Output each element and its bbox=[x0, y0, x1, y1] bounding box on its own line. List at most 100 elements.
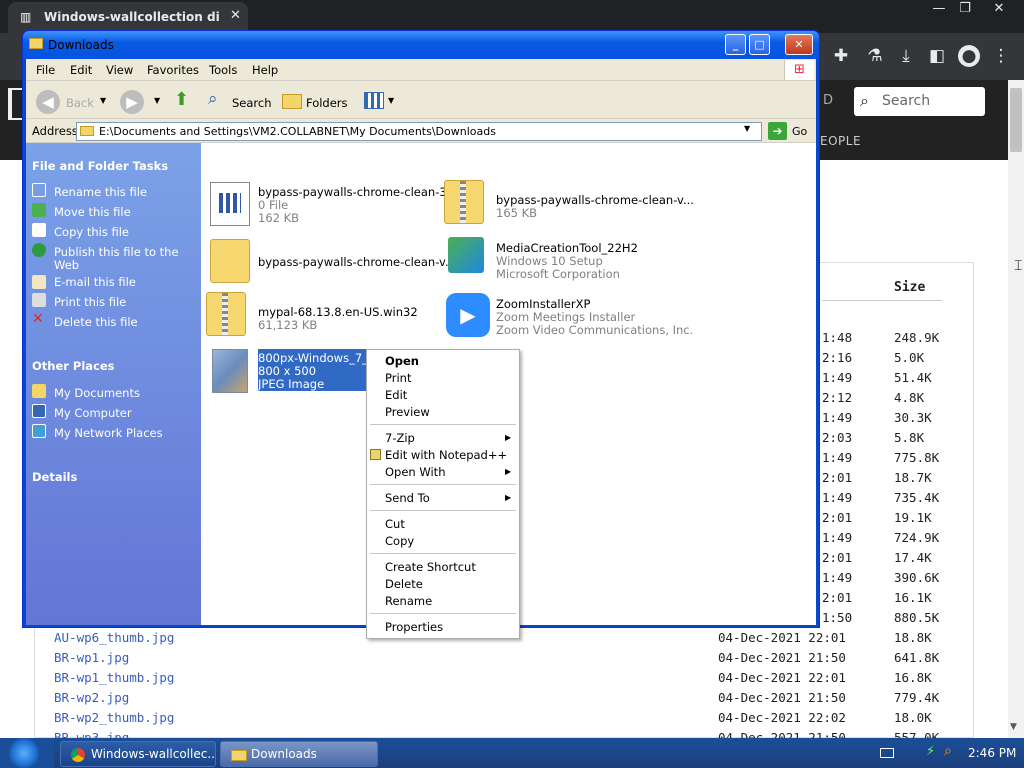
ctx-preview[interactable]: Preview bbox=[385, 405, 430, 419]
browser-restore-button[interactable]: ❐ bbox=[948, 0, 982, 18]
download-icon[interactable]: ⤓ bbox=[895, 45, 917, 67]
up-folder-icon[interactable]: ⬆ bbox=[174, 89, 189, 110]
size-column-header[interactable]: Size bbox=[894, 280, 925, 295]
menu-tools[interactable]: Tools bbox=[209, 63, 237, 77]
folders-button[interactable]: Folders bbox=[306, 96, 348, 110]
listing-size: 641.8K bbox=[894, 650, 940, 665]
task-print[interactable]: Print this file bbox=[54, 295, 126, 309]
listing-date: 04-Dec-2021 22:01 bbox=[718, 670, 846, 685]
search-icon[interactable]: ⌕ bbox=[208, 89, 218, 109]
menu-favorites[interactable]: Favorites bbox=[147, 63, 199, 77]
listing-file-link[interactable]: AU-wp6_thumb.jpg bbox=[54, 630, 174, 645]
zip-folder-icon[interactable] bbox=[206, 292, 246, 336]
zip-folder-icon[interactable] bbox=[444, 180, 484, 224]
keyboard-icon[interactable] bbox=[880, 748, 894, 758]
folder-icon[interactable] bbox=[210, 239, 250, 283]
page-scrollbar[interactable] bbox=[1008, 80, 1024, 738]
labs-flask-icon[interactable]: ⚗ bbox=[864, 45, 886, 67]
task-copy[interactable]: Copy this file bbox=[54, 225, 129, 239]
address-input[interactable]: E:\Documents and Settings\VM2.COLLABNET\… bbox=[76, 122, 762, 141]
browser-close-button[interactable]: ✕ bbox=[982, 0, 1016, 18]
ctx-create-shortcut[interactable]: Create Shortcut bbox=[385, 560, 476, 574]
network-tray-icon[interactable]: ⚡ bbox=[926, 744, 935, 759]
ctx-7zip[interactable]: 7-Zip bbox=[385, 431, 415, 445]
listing-time: 2:16 bbox=[822, 350, 853, 365]
file-icon-document[interactable] bbox=[210, 182, 250, 226]
site-nav-partial[interactable]: D bbox=[823, 93, 833, 108]
tasks-header[interactable]: File and Folder Tasks bbox=[32, 159, 168, 173]
browser-tab[interactable]: ▥ Windows-wallcollection directory ✕ bbox=[8, 2, 248, 33]
place-my-computer[interactable]: My Computer bbox=[54, 406, 132, 420]
menu-separator bbox=[370, 484, 516, 485]
back-dropdown-icon[interactable]: ▼ bbox=[100, 96, 106, 105]
extensions-icon[interactable]: ✚ bbox=[830, 45, 852, 67]
task-publish[interactable]: Publish this file to the bbox=[54, 245, 179, 259]
listing-file-link[interactable]: BR-wp1_thumb.jpg bbox=[54, 670, 174, 685]
site-search-input[interactable]: ⌕ Search bbox=[854, 87, 985, 116]
folders-icon[interactable] bbox=[282, 94, 302, 109]
views-icon[interactable] bbox=[364, 92, 384, 109]
task-publish-line2[interactable]: Web bbox=[54, 258, 79, 272]
image-thumbnail-icon[interactable] bbox=[212, 349, 248, 393]
start-orb-icon[interactable] bbox=[0, 738, 54, 768]
ctx-edit-notepad[interactable]: Edit with Notepad++ bbox=[385, 448, 507, 462]
media-creation-tool-icon[interactable] bbox=[448, 237, 484, 273]
file-name[interactable]: mypal-68.13.8.en-US.win32 bbox=[258, 305, 418, 319]
other-places-header[interactable]: Other Places bbox=[32, 359, 115, 373]
taskbar-chrome-button[interactable]: Windows-wallcollec... bbox=[60, 741, 216, 767]
menu-view[interactable]: View bbox=[106, 63, 133, 77]
clock[interactable]: 2:46 PM bbox=[968, 746, 1016, 760]
task-move[interactable]: Move this file bbox=[54, 205, 131, 219]
ctx-print[interactable]: Print bbox=[385, 371, 411, 385]
details-header[interactable]: Details bbox=[32, 470, 77, 484]
taskbar-downloads-button[interactable]: Downloads bbox=[220, 741, 378, 767]
tab-close-icon[interactable]: ✕ bbox=[230, 8, 241, 23]
menu-edit[interactable]: Edit bbox=[70, 63, 92, 77]
forward-dropdown-icon[interactable]: ▼ bbox=[154, 96, 160, 105]
place-my-network[interactable]: My Network Places bbox=[54, 426, 163, 440]
ctx-properties[interactable]: Properties bbox=[385, 620, 443, 634]
listing-file-link[interactable]: BR-wp1.jpg bbox=[54, 650, 129, 665]
file-name[interactable]: ZoomInstallerXP bbox=[496, 297, 590, 311]
ctx-edit[interactable]: Edit bbox=[385, 388, 407, 402]
menu-help[interactable]: Help bbox=[252, 63, 278, 77]
ctx-delete[interactable]: Delete bbox=[385, 577, 423, 591]
ctx-cut[interactable]: Cut bbox=[385, 517, 405, 531]
forward-arrow-icon[interactable]: ▶ bbox=[120, 90, 144, 114]
close-button[interactable]: ✕ bbox=[785, 34, 813, 55]
menu-separator bbox=[370, 424, 516, 425]
go-button[interactable]: ➔ Go bbox=[768, 122, 816, 141]
minimize-button[interactable]: _ bbox=[725, 34, 746, 55]
file-name[interactable]: bypass-paywalls-chrome-clean-3.... bbox=[258, 185, 461, 199]
menu-kebab-icon[interactable]: ⋮ bbox=[990, 45, 1012, 67]
explorer-titlebar[interactable]: Downloads _ □ ✕ bbox=[23, 31, 819, 59]
ctx-copy[interactable]: Copy bbox=[385, 534, 414, 548]
place-my-documents[interactable]: My Documents bbox=[54, 386, 140, 400]
ctx-open[interactable]: Open bbox=[385, 354, 419, 368]
side-panel-icon[interactable]: ◧ bbox=[926, 45, 948, 67]
address-dropdown-icon[interactable]: ▼ bbox=[744, 124, 750, 133]
listing-file-link[interactable]: BR-wp2_thumb.jpg bbox=[54, 710, 174, 725]
task-email[interactable]: E-mail this file bbox=[54, 275, 136, 289]
ctx-rename[interactable]: Rename bbox=[385, 594, 432, 608]
zoom-camera-icon[interactable]: ▶ bbox=[446, 293, 490, 337]
back-label[interactable]: Back bbox=[66, 96, 94, 110]
task-rename[interactable]: Rename this file bbox=[54, 185, 147, 199]
folder-name[interactable]: bypass-paywalls-chrome-clean-v... bbox=[258, 255, 456, 269]
menu-file[interactable]: File bbox=[36, 63, 55, 77]
maximize-button[interactable]: □ bbox=[749, 34, 770, 55]
page-scrollbar-thumb[interactable] bbox=[1010, 88, 1022, 152]
search-button[interactable]: Search bbox=[232, 96, 272, 110]
scroll-down-arrow-icon[interactable]: ▼ bbox=[1010, 722, 1017, 732]
task-delete[interactable]: Delete this file bbox=[54, 315, 138, 329]
ctx-open-with[interactable]: Open With bbox=[385, 465, 445, 479]
views-dropdown-icon[interactable]: ▼ bbox=[388, 96, 394, 105]
profile-avatar-icon[interactable]: ● bbox=[958, 45, 980, 67]
file-name[interactable]: bypass-paywalls-chrome-clean-v... bbox=[496, 193, 694, 207]
back-arrow-icon[interactable]: ◀ bbox=[36, 90, 60, 114]
ctx-send-to[interactable]: Send To bbox=[385, 491, 430, 505]
file-name[interactable]: MediaCreationTool_22H2 bbox=[496, 241, 638, 255]
site-nav-people[interactable]: EOPLE bbox=[820, 134, 861, 148]
search-tray-icon[interactable]: ⌕ bbox=[944, 743, 952, 759]
listing-file-link[interactable]: BR-wp2.jpg bbox=[54, 690, 129, 705]
